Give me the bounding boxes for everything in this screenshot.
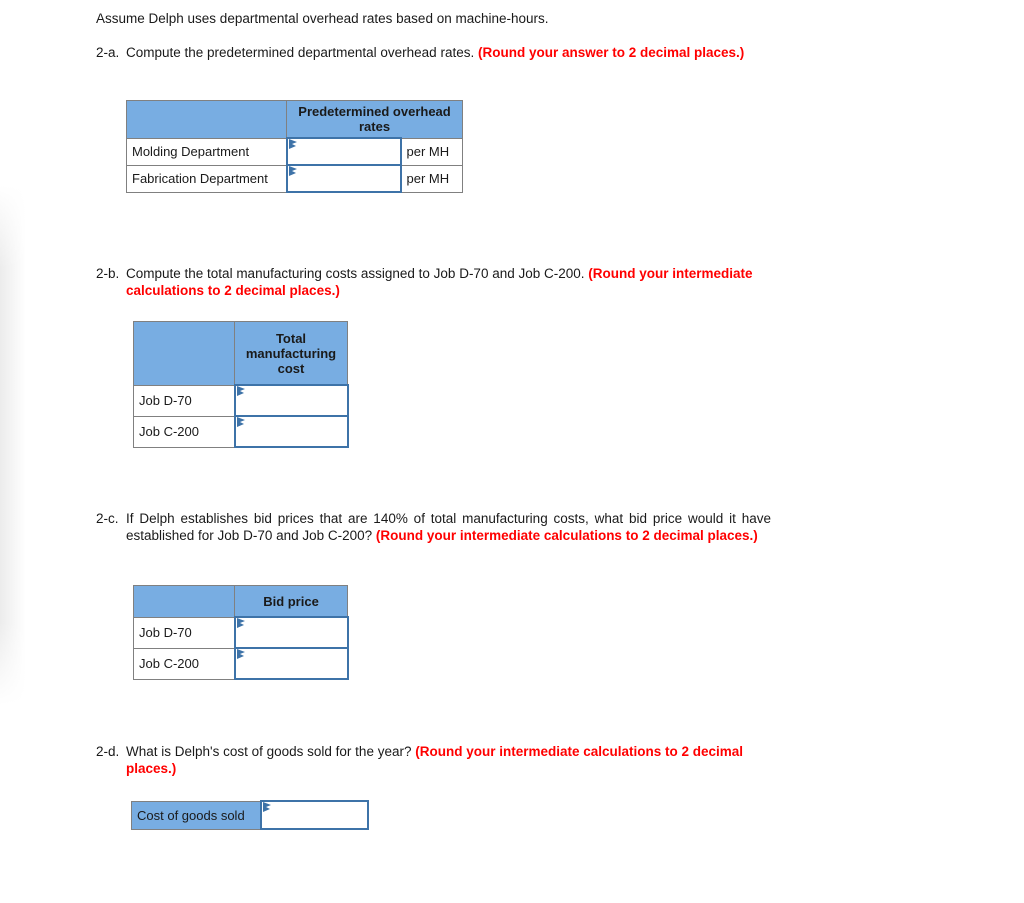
question-2d-number: 2-d. [96,744,120,759]
table-row: Molding Department per MH [126,137,464,166]
cost-of-goods-sold-input-cell[interactable] [259,800,369,830]
overhead-rates-table: Predetermined overhead rates Molding Dep… [126,100,464,193]
question-2b-number: 2-b. [96,266,120,281]
table-row: Job C-200 [133,415,349,448]
question-2a: 2-a. Compute the predetermined departmen… [96,45,771,62]
question-2a-text: Compute the predetermined departmental o… [126,45,771,62]
tmc-header-blank [133,321,235,386]
overhead-rates-header-label: Predetermined overhead rates [285,100,464,139]
question-2a-number: 2-a. [96,45,120,60]
row-label-job-c200: Job C-200 [133,415,235,448]
row-unit-fabrication: per MH [399,164,464,193]
row-label-job-d70: Job D-70 [133,384,235,417]
job-d70-bid-input-cell[interactable] [233,616,349,649]
question-2b-body: Compute the total manufacturing costs as… [126,266,589,281]
total-manufacturing-cost-table: Total manufacturing cost Job D-70 Job C-… [133,321,349,448]
worksheet-page: Assume Delph uses departmental overhead … [0,0,1024,903]
tmc-header-label: Total manufacturing cost [234,321,348,386]
row-label-job-c200: Job C-200 [133,647,235,680]
question-2d: 2-d. What is Delph's cost of goods sold … [96,744,776,777]
job-c200-cost-input[interactable] [235,417,347,446]
table-row: Fabrication Department per MH [126,164,464,193]
table-header-row: Predetermined overhead rates [126,100,464,139]
question-2d-text: What is Delph's cost of goods sold for t… [126,744,776,777]
cost-of-goods-sold-table: Cost of goods sold [131,800,369,830]
table-row: Job D-70 [133,616,349,649]
table-header-row: Total manufacturing cost [133,321,348,386]
table-row: Job D-70 [133,384,349,417]
row-label-job-d70: Job D-70 [133,616,235,649]
molding-rate-input[interactable] [287,139,400,164]
molding-rate-input-cell[interactable] [285,137,402,166]
intro-text: Assume Delph uses departmental overhead … [96,11,549,26]
table-row: Job C-200 [133,647,349,680]
bid-price-header-blank [133,585,235,618]
question-2b: 2-b. Compute the total manufacturing cos… [96,266,771,299]
fabrication-rate-input[interactable] [287,166,400,191]
question-2c-note: (Round your intermediate calculations to… [375,527,758,543]
row-label-fabrication-department: Fabrication Department [126,164,287,193]
question-2d-body: What is Delph's cost of goods sold for t… [126,744,416,759]
question-2c-number: 2-c. [96,511,119,526]
table-row: Cost of goods sold [131,800,369,830]
cost-of-goods-sold-input[interactable] [261,802,367,828]
table-header-row: Bid price [133,585,348,618]
fabrication-rate-input-cell[interactable] [285,164,402,193]
bid-price-header-label: Bid price [234,585,348,618]
job-c200-bid-input-cell[interactable] [233,647,349,680]
job-d70-cost-input[interactable] [235,386,347,415]
question-2a-body: Compute the predetermined departmental o… [126,45,478,60]
question-2a-note: (Round your answer to 2 decimal places.) [477,45,745,60]
job-c200-bid-input[interactable] [235,649,347,678]
overhead-rates-header-blank [126,100,287,139]
scan-edge-shadow [0,185,26,705]
job-c200-cost-input-cell[interactable] [233,415,349,448]
question-2c-text: If Delph establishes bid prices that are… [126,511,771,544]
bid-price-table: Bid price Job D-70 Job C-200 [133,585,349,680]
row-unit-molding: per MH [399,137,464,166]
question-2c: 2-c. If Delph establishes bid prices tha… [96,511,771,544]
row-label-cost-of-goods-sold: Cost of goods sold [131,800,261,830]
job-d70-bid-input[interactable] [235,618,347,647]
row-label-molding-department: Molding Department [126,137,287,166]
question-2b-text: Compute the total manufacturing costs as… [126,266,771,299]
job-d70-cost-input-cell[interactable] [233,384,349,417]
